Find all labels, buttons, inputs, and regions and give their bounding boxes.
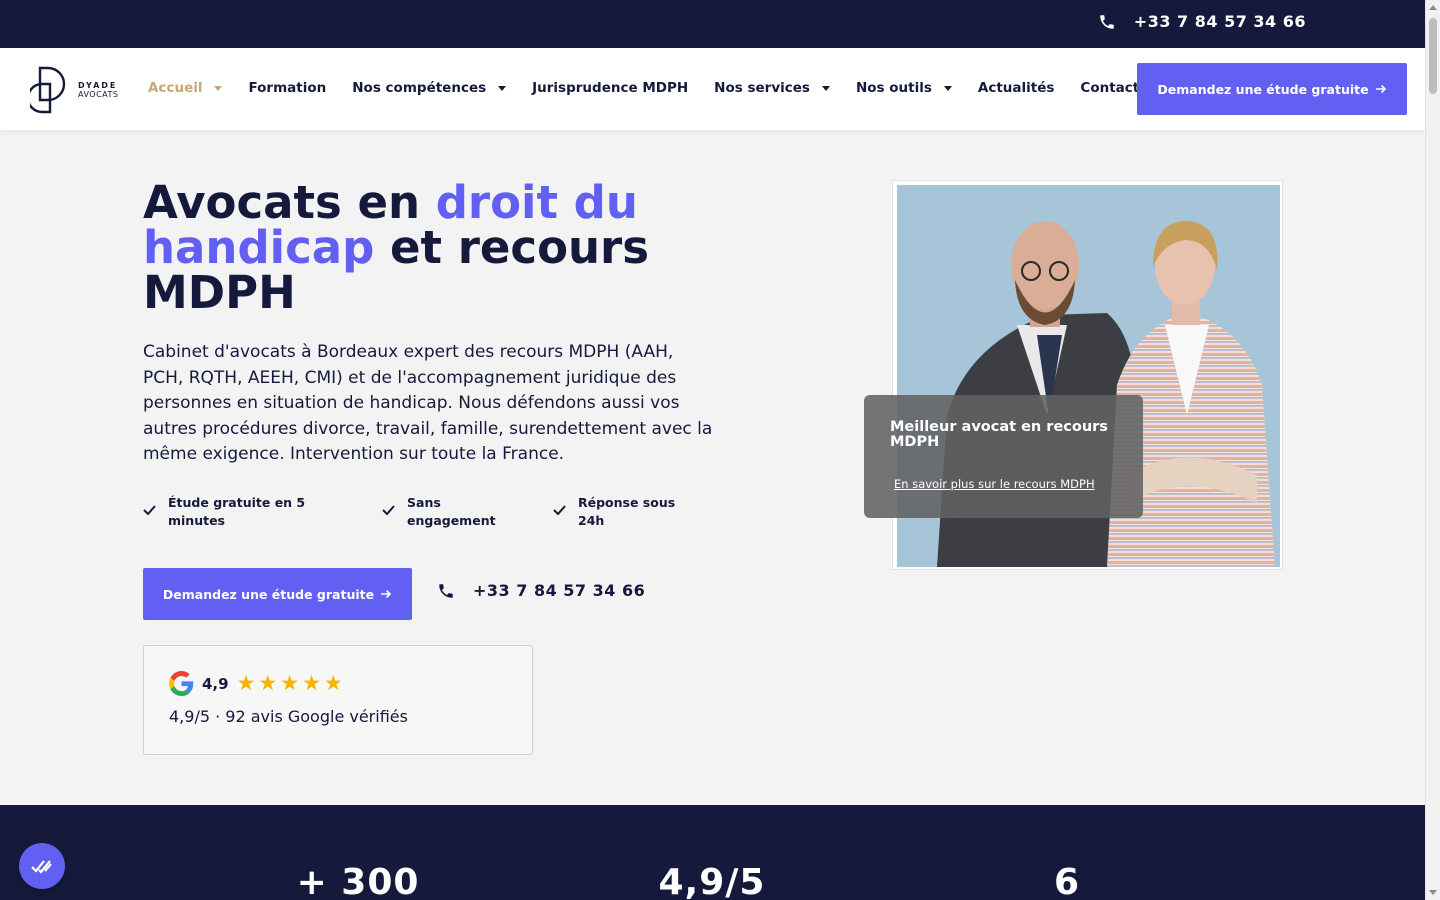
star-icon: ★ xyxy=(302,671,321,695)
nav-label: Contact xyxy=(1080,80,1140,96)
mdph-learn-more-link[interactable]: En savoir plus sur le recours MDPH xyxy=(894,477,1095,491)
hero-cta-label: Demandez une étude gratuite xyxy=(162,586,375,602)
hero-phone-number: +33 7 84 57 34 66 xyxy=(473,581,646,600)
feature-item: Réponse sous 24h xyxy=(553,494,675,530)
nav-label: Actualités xyxy=(977,80,1055,96)
nav-item-nos-services[interactable]: Nos services xyxy=(714,80,830,96)
feature-item: Étude gratuite en 5 minutes xyxy=(143,494,305,530)
scroll-up-arrow-icon[interactable] xyxy=(1429,5,1437,10)
phone-icon xyxy=(1100,14,1114,29)
feature-line1: Sans xyxy=(407,495,441,510)
nav-cta-label: Demandez une étude gratuite xyxy=(1157,81,1369,97)
arrow-right-icon xyxy=(1375,84,1386,94)
nav-item-jurisprudence[interactable]: Jurisprudence MDPH xyxy=(532,80,688,96)
star-rating: ★ ★ ★ ★ ★ xyxy=(237,673,343,694)
hero-phone-link[interactable]: +33 7 84 57 34 66 xyxy=(437,581,645,600)
feature-line2: minutes xyxy=(168,513,226,528)
nav-label: Accueil xyxy=(148,80,203,96)
nav-label: Jurisprudence MDPH xyxy=(532,80,689,96)
feature-item: Sans engagement xyxy=(382,494,496,530)
nav-label: Nos compétences xyxy=(352,80,487,96)
nav-label: Formation xyxy=(248,80,327,96)
check-icon xyxy=(553,505,566,515)
hero-title: Avocats en droit du handicap et recours … xyxy=(143,180,743,315)
nav-item-nos-outils[interactable]: Nos outils xyxy=(856,80,952,96)
check-icon xyxy=(382,505,395,515)
stat-count: 6 xyxy=(1053,862,1081,900)
top-bar: +33 7 84 57 34 66 xyxy=(0,0,1425,48)
mdph-info-card: Meilleur avocat en recours MDPH En savoi… xyxy=(864,395,1143,518)
star-icon: ★ xyxy=(323,671,343,695)
star-icon: ★ xyxy=(236,671,256,695)
stat-clients: + 300 xyxy=(296,862,420,900)
feature-line2: engagement xyxy=(407,513,496,528)
star-icon: ★ xyxy=(258,671,278,695)
page-scrollbar[interactable] xyxy=(1425,0,1440,900)
scroll-down-arrow-icon[interactable] xyxy=(1429,890,1437,895)
nav-item-nos-competences[interactable]: Nos compétences xyxy=(352,80,507,96)
google-logo-icon xyxy=(169,671,194,696)
logo-name: DYADE xyxy=(78,81,118,90)
main-nav: Accueil Formation Nos compétences Jurisp… xyxy=(148,80,1165,96)
google-review-card[interactable]: 4,9 ★ ★ ★ ★ ★ 4,9/5 · 92 avis Google vér… xyxy=(143,645,533,755)
nav-item-contact[interactable]: Contact xyxy=(1080,80,1139,96)
feature-line1: Étude gratuite en 5 xyxy=(168,495,306,510)
chevron-down-icon xyxy=(943,85,952,91)
logo[interactable]: DYADE AVOCATS xyxy=(30,64,119,116)
feature-line2: 24h xyxy=(578,513,605,528)
nav-label: Nos services xyxy=(714,80,810,96)
check-marks-icon xyxy=(31,860,52,874)
scrollbar-thumb[interactable] xyxy=(1429,18,1437,94)
hero-features: Étude gratuite en 5 minutes Sans engagemen… xyxy=(143,494,703,534)
nav-item-formation[interactable]: Formation xyxy=(248,80,326,96)
hero-description: Cabinet d'avocats à Bordeaux expert des … xyxy=(143,342,713,464)
logo-subtitle: AVOCATS xyxy=(78,90,119,99)
floating-action-button[interactable] xyxy=(19,843,65,889)
arrow-right-icon xyxy=(381,589,392,599)
chevron-down-icon xyxy=(498,85,507,91)
chevron-down-icon xyxy=(821,85,830,91)
mdph-card-title: Meilleur avocat en recours MDPH xyxy=(890,419,1108,450)
feature-line1: Réponse sous xyxy=(578,495,676,510)
nav-item-accueil[interactable]: Accueil xyxy=(148,80,223,96)
chevron-down-icon xyxy=(214,85,223,91)
review-score: 4,9 xyxy=(202,674,229,693)
phone-icon xyxy=(439,583,453,598)
check-icon xyxy=(143,505,156,515)
topbar-phone-number: +33 7 84 57 34 66 xyxy=(1133,12,1306,31)
nav-item-actualites[interactable]: Actualités xyxy=(978,80,1055,96)
review-summary: 4,9/5 · 92 avis Google vérifiés xyxy=(169,707,408,726)
logo-mark-icon xyxy=(30,66,66,114)
star-icon: ★ xyxy=(280,671,300,695)
stat-rating: 4,9/5 xyxy=(658,862,766,900)
nav-cta-button[interactable]: Demandez une étude gratuite xyxy=(1137,63,1407,115)
topbar-phone-link[interactable]: +33 7 84 57 34 66 xyxy=(1098,12,1306,31)
stats-band: + 300 4,9/5 6 xyxy=(0,805,1425,900)
hero-cta-button[interactable]: Demandez une étude gratuite xyxy=(143,568,412,620)
main-navbar: DYADE AVOCATS Accueil Formation Nos comp… xyxy=(0,48,1425,130)
nav-label: Nos outils xyxy=(855,80,932,96)
